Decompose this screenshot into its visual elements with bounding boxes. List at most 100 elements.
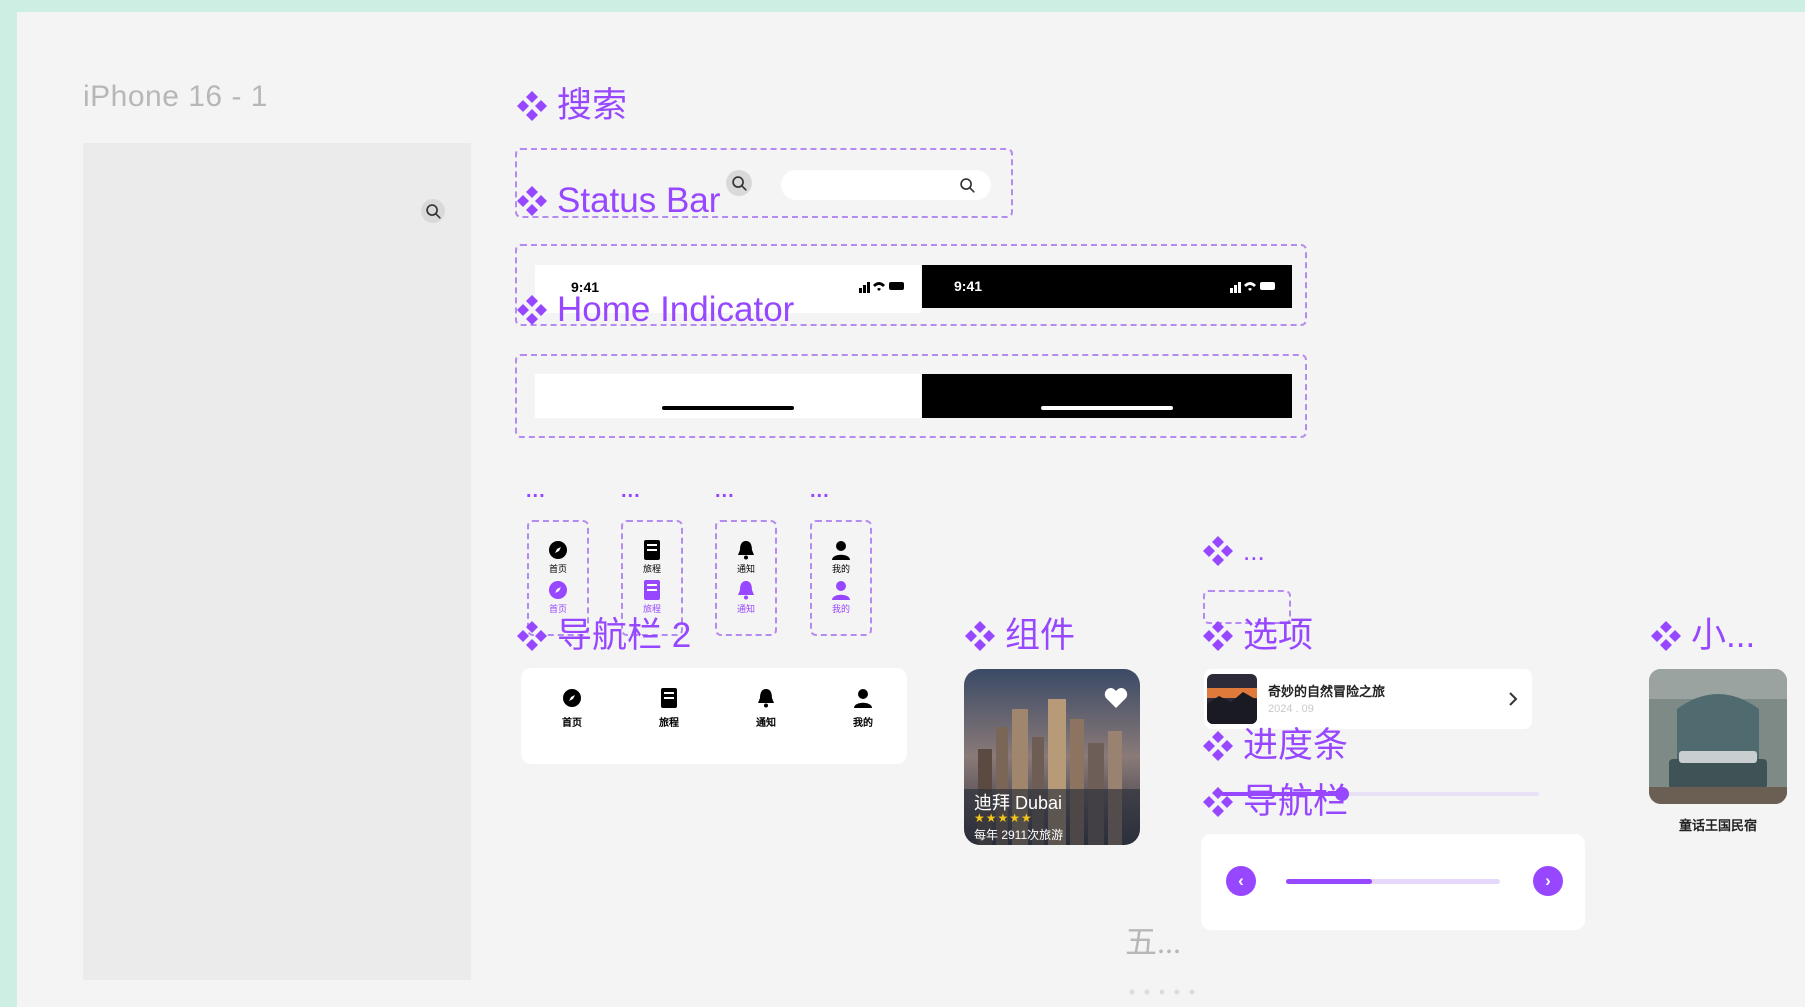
status-bar-component-label[interactable]: Status Bar [515, 183, 720, 218]
component-diamond-icon [1203, 730, 1233, 761]
option-date: 2024 . 09 [1268, 703, 1314, 715]
label-text: 选项 [1243, 616, 1314, 655]
destination-card[interactable]: 迪拜 Dubai ★★★★★ 每年 2911次旅游 [964, 669, 1140, 845]
compass-icon [549, 581, 567, 599]
bell-icon [738, 541, 754, 560]
small-component-label[interactable]: 小... [1649, 618, 1755, 653]
nav-label-active: 我的 [831, 604, 850, 614]
component-diamond-icon [517, 90, 547, 121]
variant-dots[interactable]: ... [715, 480, 735, 503]
progress-component-label[interactable]: 进度条 [1201, 728, 1348, 763]
chevron-left-icon[interactable]: ‹ [1226, 866, 1256, 896]
option-title: 奇妙的自然冒险之旅 [1268, 684, 1386, 699]
slider-fill [1286, 879, 1372, 884]
variant-dots[interactable]: ... [810, 480, 830, 503]
component-diamond-icon [517, 620, 547, 651]
options-component-label[interactable]: 选项 [1201, 618, 1313, 653]
tab-label: 首页 [562, 718, 582, 729]
status-bar-dark[interactable]: 9:41 [922, 265, 1292, 308]
five-label[interactable]: 五... [1125, 917, 1181, 963]
frame-title[interactable]: iPhone 16 - 1 [83, 80, 268, 114]
home-indicator-component-label[interactable]: Home Indicator [515, 292, 794, 327]
label-text: Status Bar [557, 181, 721, 220]
option-thumbnail [1207, 674, 1257, 724]
homestay-image[interactable] [1649, 669, 1787, 804]
signal-icon [1230, 282, 1241, 293]
pagination-dots [1127, 982, 1213, 995]
component-diamond-icon [517, 294, 547, 325]
label-text: 组件 [1005, 616, 1076, 655]
option-row[interactable]: 奇妙的自然冒险之旅 2024 . 09 [1204, 669, 1532, 729]
user-icon [854, 689, 872, 708]
card-subtitle: 每年 2911次旅游 [974, 828, 1064, 842]
heart-icon[interactable] [1104, 687, 1128, 709]
nav-label-active: 首页 [548, 604, 567, 614]
tab-me[interactable]: 我的 [843, 688, 883, 732]
signal-icon [859, 282, 870, 293]
nav-label-active: 通知 [736, 604, 755, 614]
component-label[interactable]: 组件 [963, 618, 1075, 653]
component-diamond-icon [1203, 620, 1233, 651]
component-diamond-icon [1203, 786, 1233, 817]
design-canvas: iPhone 16 - 1 搜索 Status Bar 9:41 9:41 Ho… [17, 12, 1805, 1007]
chevron-right-icon [1509, 692, 1518, 706]
document-icon [644, 580, 660, 600]
status-icons [1230, 282, 1275, 293]
component-diamond-icon [1203, 536, 1233, 566]
search-icon[interactable] [726, 170, 752, 196]
variant-dots[interactable]: ... [526, 480, 546, 503]
label-text: 小... [1691, 616, 1756, 655]
label-text: 导航栏 [1243, 782, 1349, 821]
label-text: ... [1243, 536, 1265, 566]
nav-bar-component-label[interactable]: 导航栏 [1201, 784, 1348, 819]
compass-icon [563, 689, 581, 707]
label-text: 进度条 [1243, 726, 1349, 765]
ellipsis-component-label[interactable]: ... [1201, 534, 1265, 568]
tab-label: 通知 [756, 718, 776, 729]
slider-track[interactable] [1286, 879, 1500, 884]
component-diamond-icon [1651, 620, 1681, 651]
nav-label: 我的 [831, 564, 850, 574]
tab-journey[interactable]: 旅程 [649, 688, 689, 732]
search-icon[interactable] [421, 199, 445, 223]
home-indicator-light[interactable] [535, 374, 921, 418]
battery-icon [1260, 282, 1275, 290]
battery-icon [889, 282, 904, 290]
home-indicator-bar [1041, 406, 1173, 410]
label-text: Home Indicator [557, 290, 795, 329]
bell-icon [738, 581, 754, 600]
card-stars: ★★★★★ [974, 811, 1033, 825]
label-text: 搜索 [557, 86, 628, 125]
status-time: 9:41 [954, 278, 983, 294]
nav-bar-2-component-label[interactable]: 导航栏 2 [515, 618, 691, 653]
wifi-icon [1244, 282, 1256, 291]
search-icon [960, 178, 975, 193]
nav-label: 旅程 [642, 564, 661, 574]
nav-label: 通知 [736, 564, 755, 574]
tab-label: 旅程 [659, 718, 679, 729]
tab-home[interactable]: 首页 [552, 688, 592, 732]
component-diamond-icon [965, 620, 995, 651]
tab-label: 我的 [853, 718, 873, 729]
chevron-right-icon[interactable]: › [1533, 866, 1563, 896]
variant-dots[interactable]: ... [621, 480, 641, 503]
bell-icon [758, 689, 774, 708]
label-text: 导航栏 2 [557, 616, 692, 655]
nav-label: 首页 [548, 564, 567, 574]
search-input[interactable] [781, 170, 991, 200]
nav-variant-me[interactable]: 我的 我的 [810, 520, 872, 636]
slider-nav[interactable]: ‹ › [1201, 834, 1585, 930]
nav-variant-notify[interactable]: 通知 通知 [715, 520, 777, 636]
user-icon [832, 581, 850, 600]
tab-bar[interactable]: 首页 旅程 通知 我的 [521, 668, 907, 764]
nav-label-active: 旅程 [642, 604, 661, 614]
homestay-caption: 童话王国民宿 [1678, 818, 1757, 833]
search-component-label[interactable]: 搜索 [515, 88, 627, 123]
home-indicator-bar [662, 406, 794, 410]
tab-notify[interactable]: 通知 [746, 688, 786, 732]
home-indicator-dark[interactable] [922, 374, 1292, 418]
user-icon [832, 541, 850, 560]
document-icon [661, 688, 677, 708]
document-icon [644, 540, 660, 560]
iphone-frame[interactable] [83, 143, 471, 980]
